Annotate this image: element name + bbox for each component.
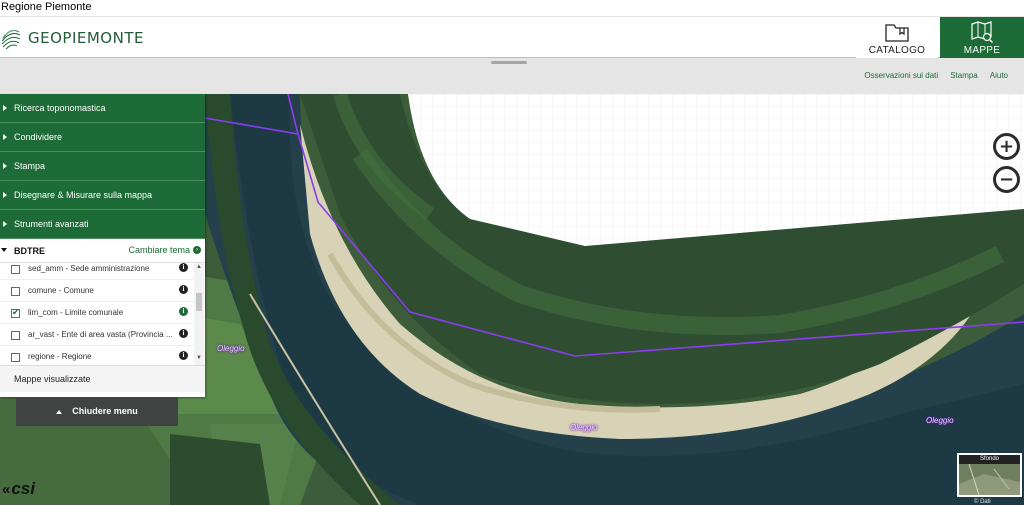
layer-checkbox[interactable] xyxy=(11,287,20,296)
layer-row: lim_com - Limite comunale i xyxy=(0,302,205,324)
info-icon[interactable]: i xyxy=(179,263,188,272)
minus-icon: − xyxy=(998,168,1015,190)
caret-down-icon xyxy=(1,248,7,252)
scroll-down-icon[interactable]: ▼ xyxy=(196,355,202,361)
menu-item-label: Disegnare & Misurare sulla mappa xyxy=(14,190,153,200)
info-icon[interactable]: i xyxy=(179,351,188,360)
menu-item-label: Ricerca toponomastica xyxy=(14,103,106,113)
scroll-up-icon[interactable]: ▲ xyxy=(196,264,202,270)
csi-logo: «csi xyxy=(2,479,35,499)
menu-item-stampa[interactable]: Stampa xyxy=(0,152,205,181)
info-icon[interactable]: i xyxy=(179,285,188,294)
logo-text: GEOPIEMONTE xyxy=(28,29,144,47)
zoom-in-button[interactable]: + xyxy=(993,133,1020,160)
toolbar-links: Osservazioni sui dati Stampa Aiuto xyxy=(864,71,1008,80)
layer-checkbox[interactable] xyxy=(11,265,20,274)
layer-checkbox[interactable] xyxy=(11,331,20,340)
folder-icon xyxy=(885,24,909,42)
layer-name: sed_amm - Sede amministrazione xyxy=(28,264,150,273)
info-icon[interactable]: i xyxy=(179,329,188,338)
catalogo-label: CATALOGO xyxy=(868,45,926,56)
layer-name: lim_com - Limite comunale xyxy=(28,308,124,317)
layer-row: sed_amm - Sede amministrazione i xyxy=(0,263,205,280)
geopiemonte-logo[interactable]: GEOPIEMONTE xyxy=(0,22,144,54)
globe-logo-icon xyxy=(1,30,21,50)
basemap-title: Sfondo xyxy=(959,455,1020,464)
layer-row: comune - Comune i xyxy=(0,280,205,302)
place-label: Oleggio xyxy=(570,423,598,432)
layer-checkbox[interactable] xyxy=(11,307,20,318)
caret-right-icon xyxy=(3,221,7,227)
zoom-out-button[interactable]: − xyxy=(993,166,1020,193)
place-label: Oleggio xyxy=(926,416,954,425)
layer-name: regione - Regione xyxy=(28,352,92,361)
collapse-handle[interactable] xyxy=(491,61,527,64)
menu-item-label: Condividere xyxy=(14,132,63,142)
layer-name: comune - Comune xyxy=(28,286,94,295)
layer-row: regione - Regione i xyxy=(0,346,205,365)
close-menu-button[interactable]: Chiudere menu xyxy=(16,397,178,426)
header: GEOPIEMONTE CATALOGO MAPPE xyxy=(0,16,1024,58)
layer-checkbox[interactable] xyxy=(11,353,20,362)
link-osservazioni[interactable]: Osservazioni sui dati xyxy=(864,71,938,80)
menu-item-ricerca-toponomastica[interactable]: Ricerca toponomastica xyxy=(0,94,205,123)
map-search-icon xyxy=(971,21,993,43)
plus-icon: + xyxy=(998,135,1015,157)
basemap-thumbnail xyxy=(959,464,1020,495)
catalogo-button[interactable]: CATALOGO xyxy=(856,17,938,58)
layer-name: ar_vast - Ente di area vasta (Provincia … xyxy=(28,330,173,339)
theme-header[interactable]: BDTRE Cambiare tema › xyxy=(0,239,205,263)
basemap-switcher[interactable]: Sfondo xyxy=(957,453,1022,497)
csi-brand: csi xyxy=(11,479,35,498)
mappe-button[interactable]: MAPPE xyxy=(940,17,1024,58)
change-theme-label: Cambiare tema xyxy=(128,245,190,255)
theme-name: BDTRE xyxy=(14,246,45,256)
caret-right-icon xyxy=(3,163,7,169)
chevron-right-circle-icon: › xyxy=(193,246,201,254)
link-stampa[interactable]: Stampa xyxy=(950,71,978,80)
caret-up-icon xyxy=(56,409,63,414)
menu-item-label: Stampa xyxy=(14,161,46,171)
csi-chevron-icon: « xyxy=(2,481,11,498)
caret-right-icon xyxy=(3,134,7,140)
info-icon[interactable]: i xyxy=(179,307,188,316)
toolbar: Osservazioni sui dati Stampa Aiuto xyxy=(0,58,1024,94)
layer-list: sed_amm - Sede amministrazione i comune … xyxy=(0,263,205,365)
site-title: Regione Piemonte xyxy=(1,1,92,13)
layer-row: ar_vast - Ente di area vasta (Provincia … xyxy=(0,324,205,346)
layer-scrollbar[interactable]: ▲ ▼ xyxy=(194,263,204,365)
close-menu-label: Chiudere menu xyxy=(72,406,138,416)
caret-right-icon xyxy=(3,105,7,111)
change-theme-link[interactable]: Cambiare tema › xyxy=(128,245,201,255)
caret-right-icon xyxy=(3,192,7,198)
mappe-visualizzate[interactable]: Mappe visualizzate xyxy=(0,365,205,392)
scroll-thumb[interactable] xyxy=(196,293,202,311)
menu-item-condividere[interactable]: Condividere xyxy=(0,123,205,152)
place-label: Oleggio xyxy=(217,344,245,353)
menu-item-disegnare-misurare[interactable]: Disegnare & Misurare sulla mappa xyxy=(0,181,205,210)
map-credit: © Dati xyxy=(974,499,991,505)
menu-item-strumenti-avanzati[interactable]: Strumenti avanzati xyxy=(0,210,205,239)
mappe-label: MAPPE xyxy=(963,45,1001,56)
link-aiuto[interactable]: Aiuto xyxy=(990,71,1008,80)
menu-item-label: Strumenti avanzati xyxy=(14,219,89,229)
side-menu: Ricerca toponomastica Condividere Stampa… xyxy=(0,94,205,397)
